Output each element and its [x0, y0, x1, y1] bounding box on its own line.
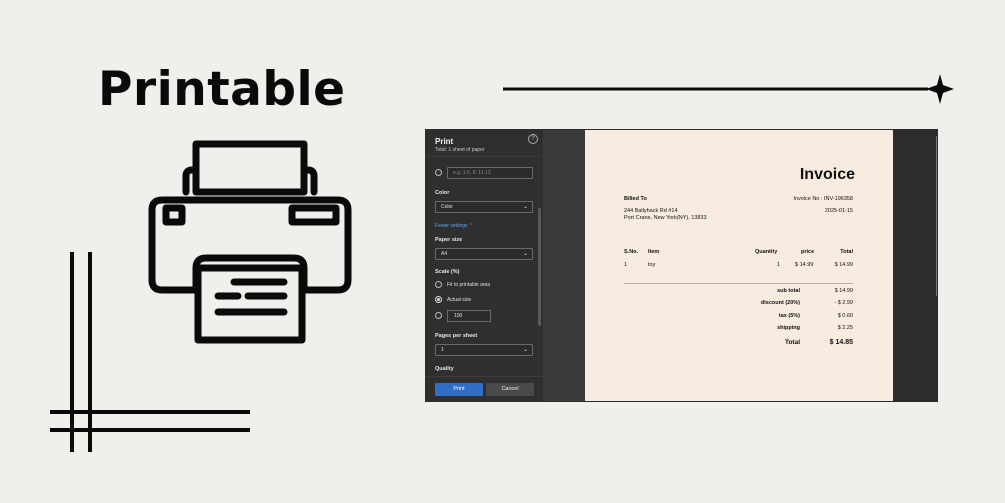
settings-scrollbar[interactable]	[538, 208, 541, 326]
invoice-date: 2025-01-15	[824, 208, 853, 214]
chevron-down-icon: ⌄	[522, 347, 528, 353]
row-1-quantity: 1	[777, 262, 781, 268]
fewer-settings-label: Fewer settings	[435, 223, 468, 229]
pages-per-sheet-select[interactable]: 1 ⌄	[435, 344, 533, 356]
col-total: Total	[840, 249, 853, 255]
scale-custom-input[interactable]: 100	[447, 310, 491, 322]
scale-label: Scale (%)	[435, 269, 460, 275]
print-button[interactable]: Print	[435, 383, 483, 396]
invoice-number: Invoice No : INV-196358	[793, 196, 853, 202]
invoice-title: Invoice	[799, 166, 855, 183]
fewer-settings-link[interactable]: Fewer settings ⌃	[435, 223, 473, 229]
preview-background	[893, 130, 937, 401]
print-settings-panel: Print Total: 1 sheet of paper ? e.g. 1-5…	[426, 130, 543, 401]
col-item: Item	[648, 249, 660, 255]
preview-scrollbar[interactable]	[936, 136, 937, 296]
col-sno: S.No.	[624, 249, 639, 255]
scale-fit-label: Fit to printable area	[447, 282, 491, 288]
tax-value: $ 0.60	[837, 313, 853, 319]
color-select-value: Color	[441, 204, 453, 210]
col-price: price	[801, 249, 815, 255]
chevron-down-icon: ⌄	[522, 251, 528, 257]
invoice-preview-page: Invoice Billed To 244 Ballyhack Rd #14 P…	[585, 130, 893, 401]
row-1-price: $ 14.99	[795, 262, 814, 268]
paper-size-value: A4	[441, 251, 448, 257]
total-label: Total	[784, 339, 800, 346]
color-label: Color	[435, 190, 450, 196]
col-quantity: Quantity	[755, 249, 778, 255]
chevron-down-icon: ⌄	[522, 204, 528, 210]
cancel-button[interactable]: Cancel	[486, 383, 534, 396]
scale-actual-label: Actual size	[447, 297, 472, 303]
printer-icon	[148, 140, 352, 344]
row-1-sno: 1	[624, 262, 628, 268]
subtotal-value: $ 14.99	[834, 288, 853, 294]
print-dialog-window: Print Total: 1 sheet of paper ? e.g. 1-5…	[425, 129, 938, 402]
row-1-total: $ 14.99	[834, 262, 853, 268]
title-divider	[426, 156, 543, 157]
shipping-label: shipping	[777, 325, 800, 331]
billed-to-label: Billed To	[624, 196, 647, 202]
subtotal-label: sub total	[777, 288, 800, 294]
quality-label: Quality	[435, 366, 454, 372]
chevron-up-icon: ⌃	[468, 223, 474, 229]
tax-label: tax (5%)	[778, 313, 800, 319]
scale-actual-radio[interactable]	[435, 296, 442, 303]
address-line-1: 244 Ballyhack Rd #14	[624, 208, 678, 214]
paper-size-select[interactable]: A4 ⌄	[435, 248, 533, 260]
dialog-subtitle: Total: 1 sheet of paper	[435, 147, 485, 153]
pages-range-input[interactable]: e.g. 1-5, 8, 11-13	[447, 167, 533, 179]
color-select[interactable]: Color ⌄	[435, 201, 533, 213]
dialog-title: Print	[435, 137, 454, 146]
pages-per-sheet-label: Pages per sheet	[435, 333, 478, 339]
total-value: $ 14.85	[829, 339, 853, 346]
scale-custom-radio[interactable]	[435, 312, 442, 319]
discount-value: - $ 2.99	[834, 300, 853, 306]
sparkle-icon	[926, 74, 954, 104]
shipping-value: $ 2.25	[837, 325, 853, 331]
discount-label: discount (20%)	[760, 300, 800, 306]
scale-fit-radio[interactable]	[435, 281, 442, 288]
row-1-item: toy	[648, 262, 656, 268]
summary-divider	[624, 283, 853, 284]
help-icon[interactable]: ?	[528, 134, 538, 144]
address-line-2: Port Crane, New York(NY), 13833	[624, 215, 707, 221]
paper-size-label: Paper size	[435, 237, 463, 243]
pages-per-sheet-value: 1	[441, 347, 444, 353]
pages-custom-radio[interactable]	[435, 169, 442, 176]
